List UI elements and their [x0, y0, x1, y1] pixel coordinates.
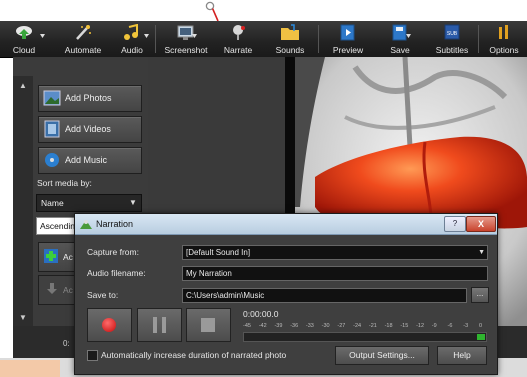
- meter-tick-label: -39: [274, 323, 283, 329]
- stop-icon: [201, 318, 215, 332]
- microphone-icon: [233, 25, 245, 40]
- sort-by-select[interactable]: Name ▼: [36, 194, 142, 212]
- save-icon: [392, 24, 407, 41]
- meter-tick-label: 0: [479, 323, 483, 329]
- chevron-down-icon: ▼: [129, 198, 137, 207]
- save-to-input[interactable]: C:\Users\admin\Music: [182, 288, 467, 303]
- meter-tick-label: -18: [384, 323, 393, 329]
- stop-button[interactable]: [186, 308, 231, 342]
- meter-tick-label: -45: [243, 323, 251, 329]
- dialog-title: Narration: [96, 219, 134, 229]
- toolbar-preview-button[interactable]: Preview: [320, 21, 376, 57]
- audio-filename-label: Audio filename:: [87, 268, 146, 278]
- add-green-icon: [44, 249, 58, 263]
- toolbar-sounds-button[interactable]: Sounds: [262, 21, 318, 57]
- film-strip-icon: [44, 120, 60, 138]
- pause-icon: [153, 317, 166, 333]
- toolbar-cloud-button[interactable]: Cloud: [2, 21, 46, 57]
- add-photos-button[interactable]: Add Photos: [38, 85, 142, 112]
- level-meter-indicator: [477, 334, 485, 340]
- download-arrow-icon: [47, 283, 57, 294]
- narration-time: 0:00:00.0: [243, 309, 279, 319]
- meter-tick-label: -6: [447, 323, 453, 329]
- output-settings-button[interactable]: Output Settings...: [335, 346, 429, 365]
- photos-icon: [43, 90, 61, 106]
- browse-button[interactable]: ...: [471, 287, 489, 303]
- chevron-down-icon[interactable]: [144, 34, 149, 38]
- record-button[interactable]: [87, 308, 132, 342]
- narration-dialog: Narration ? X Capture from: [Default Sou…: [74, 213, 498, 375]
- magic-wand-icon: [76, 25, 91, 40]
- chevron-down-icon[interactable]: [406, 34, 411, 38]
- media-panel-scrollbar[interactable]: ▲ ▼: [13, 76, 33, 326]
- toolbar-narrate-button[interactable]: Narrate: [210, 21, 266, 57]
- thumbnail-strip: [0, 360, 60, 377]
- dialog-title-bar[interactable]: Narration ? X: [75, 214, 497, 235]
- chevron-down-icon[interactable]: [192, 34, 197, 38]
- toolbar-separator: [478, 25, 479, 53]
- scroll-down-arrow-icon[interactable]: ▼: [16, 312, 30, 324]
- meter-tick-label: -27: [337, 323, 346, 329]
- auto-increase-checkbox[interactable]: [87, 350, 98, 361]
- add-music-button[interactable]: Add Music: [38, 147, 142, 174]
- dialog-close-button[interactable]: X: [466, 216, 496, 232]
- meter-tick-label: -24: [353, 323, 362, 329]
- meter-tick-label: -21: [368, 323, 377, 329]
- help-button[interactable]: Help: [437, 346, 487, 365]
- chevron-down-icon[interactable]: [40, 34, 45, 38]
- level-meter: [243, 332, 487, 342]
- capture-from-label: Capture from:: [87, 247, 139, 257]
- audio-filename-input[interactable]: My Narration: [182, 266, 488, 281]
- meter-tick-label: -9: [431, 323, 437, 329]
- preview-icon: [340, 24, 355, 41]
- magnifier-cursor-icon: [205, 1, 219, 22]
- toolbar-separator: [318, 25, 319, 53]
- toolbar-subtitles-button[interactable]: SUB Subtitles: [424, 21, 480, 57]
- cloud-upload-icon: [16, 26, 32, 39]
- record-icon: [102, 318, 116, 332]
- sort-order-select[interactable]: Ascendin: [36, 217, 78, 235]
- meter-tick-label: -36: [290, 323, 299, 329]
- scroll-up-arrow-icon[interactable]: ▲: [16, 80, 30, 92]
- music-disc-icon: [45, 153, 59, 167]
- main-toolbar: Cloud Automate Audio Screenshot Narrate …: [0, 21, 527, 58]
- toolbar-automate-button[interactable]: Automate: [55, 21, 111, 57]
- subtitles-icon: SUB: [444, 24, 460, 40]
- toolbar-save-button[interactable]: Save: [372, 21, 428, 57]
- meter-tick-label: -42: [258, 323, 267, 329]
- options-icon: [499, 25, 508, 39]
- toolbar-audio-button[interactable]: Audio: [107, 21, 157, 57]
- dialog-help-button[interactable]: ?: [444, 216, 466, 232]
- toolbar-separator: [155, 25, 156, 53]
- save-to-label: Save to:: [87, 290, 119, 300]
- toolbar-screenshot-button[interactable]: Screenshot: [158, 21, 214, 57]
- microphone-icon: [80, 220, 92, 229]
- sounds-folder-icon: [281, 24, 299, 40]
- capture-from-select[interactable]: [Default Sound In] ▼: [182, 245, 488, 260]
- sort-media-label: Sort media by:: [37, 178, 92, 188]
- meter-tick-label: -12: [416, 323, 425, 329]
- meter-tick-label: -33: [305, 323, 314, 329]
- level-meter-scale: -45 -42 -39 -36 -33 -30 -27 -24 -21 -18 -15 -12 -9 -6…: [243, 323, 485, 331]
- svg-text:SUB: SUB: [447, 31, 458, 37]
- auto-increase-label: Automatically increase duration of narra…: [101, 350, 287, 360]
- meter-tick-label: -3: [463, 323, 469, 329]
- screenshot-icon: [177, 25, 194, 40]
- music-note-icon: [124, 24, 138, 40]
- pause-button[interactable]: [137, 308, 182, 342]
- toolbar-options-button[interactable]: Options: [481, 21, 527, 57]
- meter-tick-label: -30: [321, 323, 330, 329]
- meter-tick-label: -15: [400, 323, 409, 329]
- add-videos-button[interactable]: Add Videos: [38, 116, 142, 143]
- chevron-down-icon: ▼: [478, 249, 485, 256]
